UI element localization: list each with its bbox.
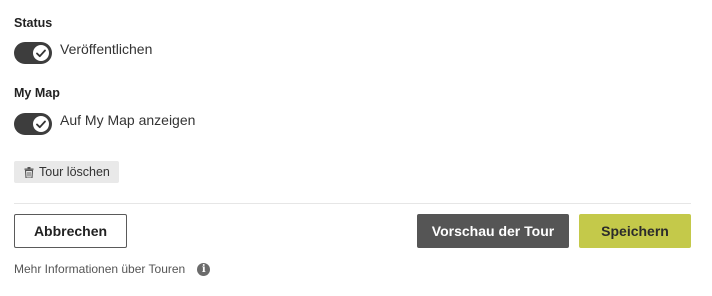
info-icon[interactable]: i: [197, 262, 211, 276]
delete-tour-button[interactable]: Tour löschen: [14, 161, 119, 183]
status-toggle-row[interactable]: Veröffentlichen: [14, 40, 152, 64]
trash-icon: [24, 166, 34, 178]
save-button[interactable]: Speichern: [579, 214, 691, 248]
info-link[interactable]: Mehr Informationen über Touren: [14, 262, 185, 276]
toggle-knob: [33, 116, 49, 132]
cancel-button[interactable]: Abbrechen: [14, 214, 127, 248]
status-heading: Status: [14, 16, 53, 30]
mymap-heading: My Map: [14, 86, 60, 100]
publish-toggle[interactable]: [14, 42, 52, 64]
preview-tour-button[interactable]: Vorschau der Tour: [417, 214, 569, 248]
mymap-toggle[interactable]: [14, 113, 52, 135]
delete-tour-label: Tour löschen: [39, 165, 110, 179]
check-icon: [36, 49, 46, 57]
mymap-toggle-row[interactable]: Auf My Map anzeigen: [14, 111, 195, 135]
mymap-toggle-label: Auf My Map anzeigen: [60, 112, 196, 128]
publish-toggle-label: Veröffentlichen: [60, 41, 153, 57]
divider: [14, 203, 691, 204]
check-icon: [36, 120, 46, 128]
toggle-knob: [33, 45, 49, 61]
info-row: Mehr Informationen über Touren i: [14, 262, 211, 276]
